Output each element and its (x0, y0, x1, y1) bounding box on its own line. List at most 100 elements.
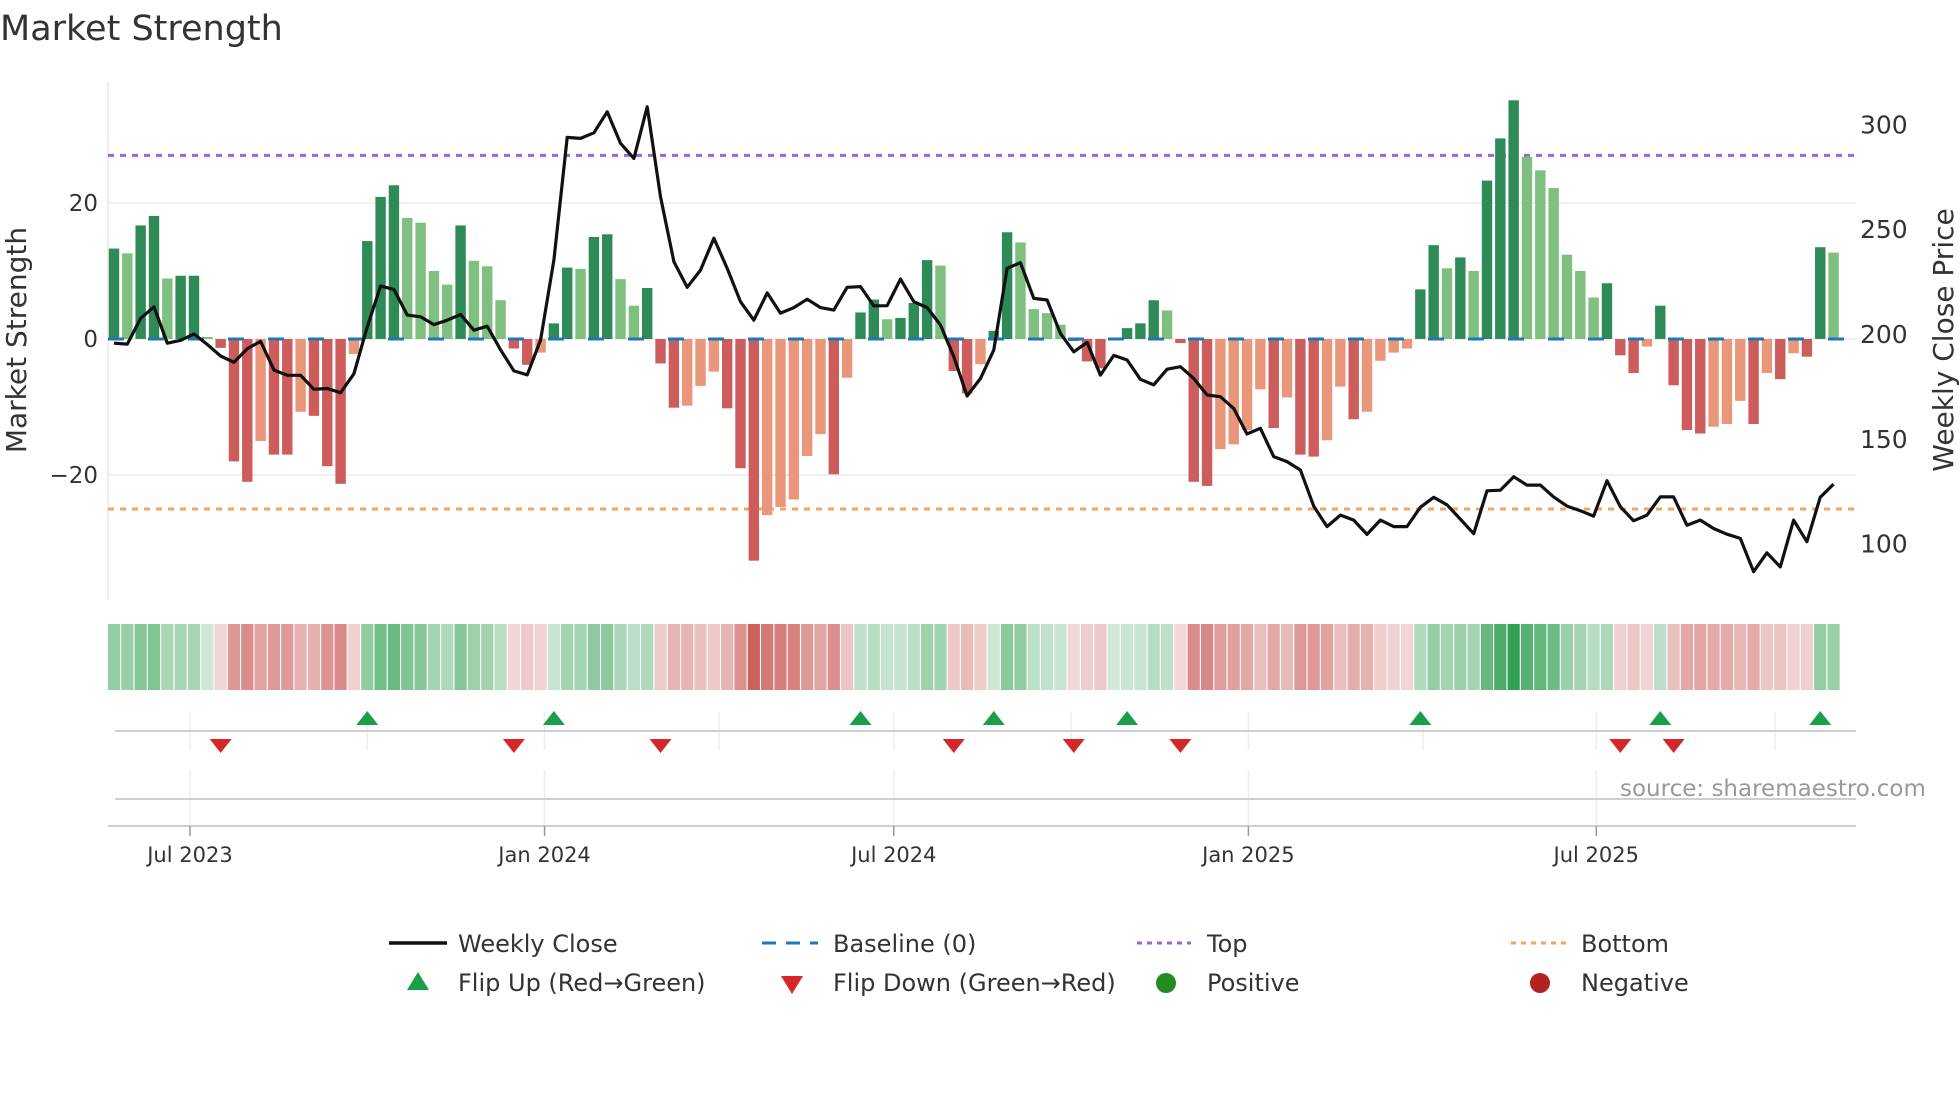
heat-cell (214, 624, 227, 690)
flip-up-icon (849, 711, 872, 725)
strength-bar (495, 300, 506, 339)
heat-cell (1667, 624, 1680, 690)
legend: Weekly Close Baseline (0) Top Bottom Fli… (389, 930, 1689, 997)
heat-cell (254, 624, 267, 690)
legend-item-top: Top (1137, 930, 1248, 958)
strength-bar (175, 275, 186, 339)
strength-bar (255, 339, 266, 441)
heat-cell (614, 624, 627, 690)
strength-bar (828, 339, 840, 475)
right-axis-title: Weekly Close Price (1927, 208, 1960, 471)
heat-cell (1014, 624, 1027, 690)
heat-cell (774, 624, 787, 690)
heat-cell (1600, 624, 1614, 690)
strength-bar (881, 319, 893, 339)
heat-cell (1307, 624, 1320, 690)
strength-bar (1428, 245, 1439, 339)
heat-cell (241, 624, 254, 690)
heat-cell (1267, 624, 1280, 690)
heat-cell (454, 624, 467, 690)
strength-bar (1735, 339, 1746, 401)
strength-heat-strip (107, 624, 1840, 690)
heat-cell (1774, 624, 1787, 690)
strength-bar (1015, 242, 1026, 339)
heat-cell (1494, 624, 1507, 690)
heat-cell (841, 624, 854, 690)
chart-title: Market Strength (0, 9, 283, 49)
heat-cell (1067, 624, 1080, 690)
heat-cell (854, 624, 867, 690)
strength-bar (1788, 339, 1799, 354)
heat-cell (414, 624, 427, 690)
strength-bar (1815, 247, 1826, 339)
heat-cell (1640, 624, 1654, 690)
y-tick-label: −20 (49, 463, 98, 489)
x-axis: Jul 2023 Jan 2024 Jul 2024 Jan 2025 Jul 2025 (108, 825, 1856, 867)
heat-cell (1347, 624, 1360, 690)
heat-cell (881, 624, 894, 690)
legend-label: Baseline (0) (833, 930, 976, 958)
legend-item-weekly-close: Weekly Close (389, 930, 618, 958)
strength-bar (1175, 339, 1186, 344)
heat-cell (1627, 624, 1640, 690)
flip-down-icon (1662, 739, 1685, 753)
x-tick-label: Jul 2023 (145, 843, 232, 867)
heat-cell (1440, 624, 1454, 690)
heat-cell (267, 624, 281, 690)
heat-cell (494, 624, 507, 690)
heat-cell (387, 624, 401, 690)
strength-bar (1588, 297, 1599, 339)
strength-bar (1655, 305, 1666, 339)
negative-dot-icon (1530, 973, 1550, 993)
heat-cell (707, 624, 720, 690)
heat-cell (921, 624, 934, 690)
strength-bar (602, 234, 613, 339)
strength-bar (921, 260, 933, 339)
strength-bar (1161, 310, 1173, 339)
legend-label: Top (1206, 930, 1248, 958)
heat-cell (1414, 624, 1427, 690)
strength-bar (1708, 339, 1719, 427)
heat-cell (1387, 624, 1400, 690)
heat-cell (1080, 624, 1094, 690)
strength-bar (1135, 323, 1146, 339)
heat-cell (281, 624, 294, 690)
heat-cell (721, 624, 734, 690)
heat-cell (1240, 624, 1254, 690)
heat-cell (974, 624, 987, 690)
heat-cell (121, 624, 134, 690)
heat-cell (361, 624, 374, 690)
heat-cell (1747, 624, 1760, 690)
strength-bar (348, 339, 360, 354)
strength-bar (1721, 339, 1733, 424)
strength-bar (615, 279, 626, 339)
strength-bar (721, 339, 733, 409)
y2-tick-label: 300 (1860, 110, 1908, 139)
strength-bar (308, 339, 320, 416)
flip-up-icon (1409, 711, 1432, 725)
strength-bar (1228, 339, 1239, 445)
legend-item-flip-up: Flip Up (Red→Green) (407, 969, 706, 997)
heat-cell (587, 624, 600, 690)
strength-bar (735, 339, 746, 469)
strength-bar (1441, 268, 1453, 339)
flip-up-icon (1649, 711, 1672, 725)
strength-bar (122, 253, 133, 339)
legend-item-positive: Positive (1156, 969, 1300, 997)
heat-cell (561, 624, 574, 690)
strength-bar (1415, 289, 1426, 339)
heat-cell (1041, 624, 1054, 690)
heat-cell (574, 624, 587, 690)
strength-bar (375, 196, 386, 339)
strength-bar (1121, 328, 1133, 339)
y2-tick-label: 200 (1860, 320, 1908, 349)
legend-item-flip-down: Flip Down (Green→Red) (781, 969, 1116, 997)
strength-bar (668, 339, 680, 408)
strength-bar (1508, 100, 1519, 339)
heat-cell (1427, 624, 1440, 690)
heat-cell (827, 624, 840, 690)
strength-bar (1681, 339, 1693, 431)
strength-bar (1601, 283, 1613, 339)
heat-cell (1467, 624, 1480, 690)
strength-bar (748, 339, 760, 561)
